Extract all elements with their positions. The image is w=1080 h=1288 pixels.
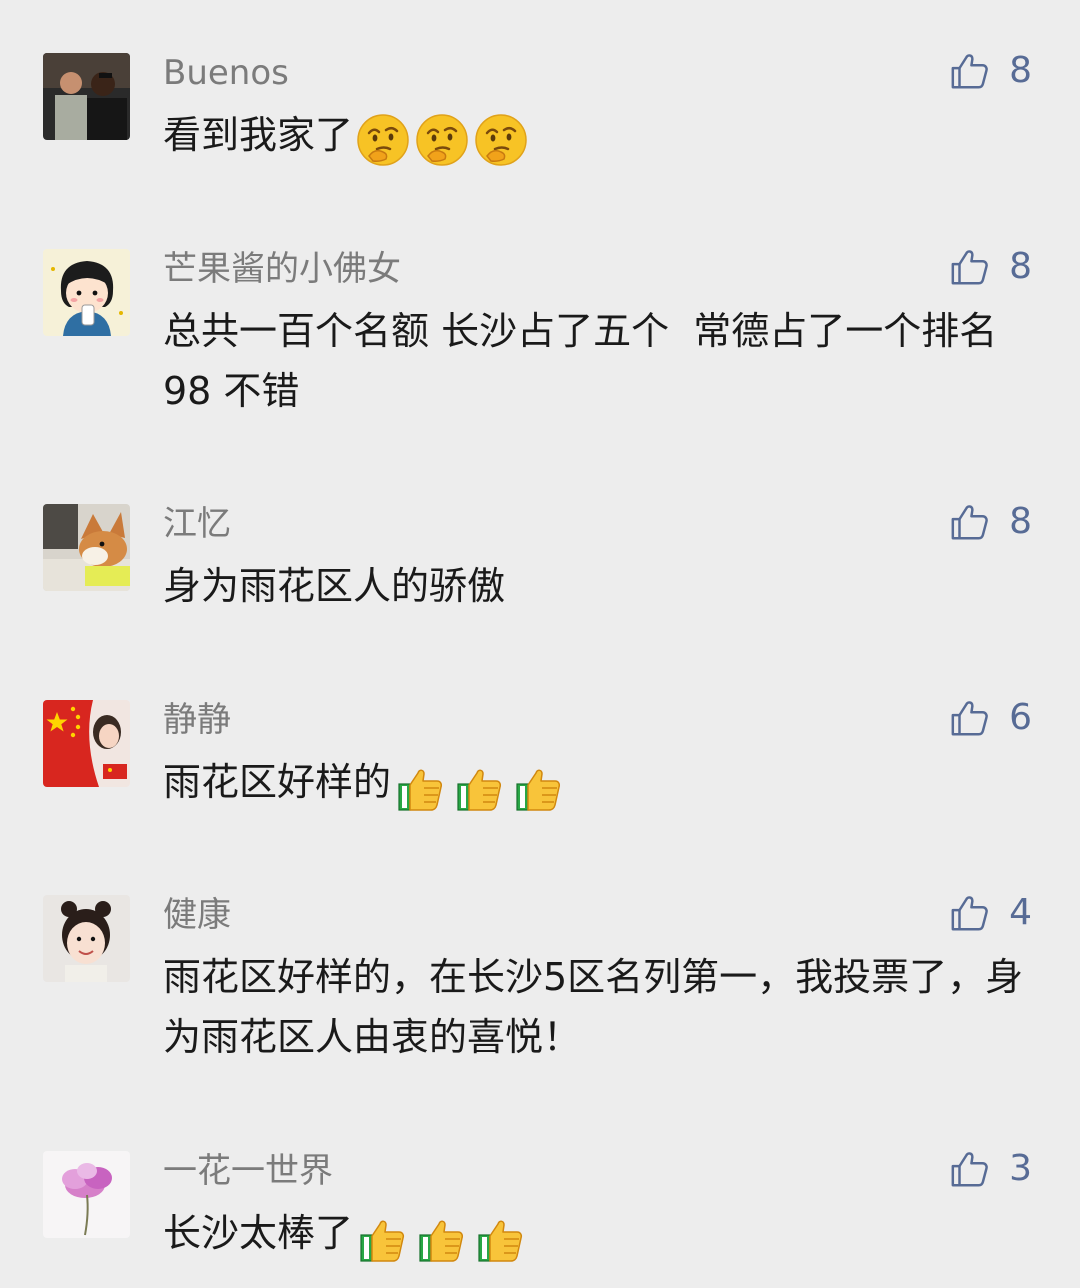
avatar-cartoon-girl-drinking <box>43 249 130 336</box>
avatar-chinese-flag-girl <box>43 700 130 787</box>
avatar-corgi-dog-photo <box>43 504 130 591</box>
emoji-group <box>393 754 570 815</box>
like-button[interactable]: 8 <box>949 49 1032 93</box>
comment-text: 看到我家了 <box>163 105 1043 168</box>
avatar[interactable] <box>43 53 130 140</box>
thumbs-up-icon <box>949 1148 991 1190</box>
like-count: 8 <box>1009 501 1032 542</box>
thumbs-up-emoji <box>452 759 508 815</box>
like-count: 8 <box>1009 246 1032 287</box>
thumbs-up-emoji <box>473 1210 529 1266</box>
like-count: 8 <box>1009 50 1032 91</box>
comment-text: 总共一百个名额 长沙占了五个 常德占了一个排名98 不错 <box>163 301 1023 421</box>
thumbs-up-icon <box>949 246 991 288</box>
comment-text: 雨花区好样的，在长沙5区名列第一，我投票了，身为雨花区人由衷的喜悦！ <box>163 947 1043 1067</box>
comment-text: 身为雨花区人的骄傲 <box>163 556 1043 616</box>
thumbs-up-icon <box>949 697 991 739</box>
avatar-two-men-photo <box>43 53 130 140</box>
like-button[interactable]: 8 <box>949 245 1032 289</box>
nickname[interactable]: 芒果酱的小佛女 <box>163 249 401 289</box>
avatar[interactable] <box>43 1151 130 1238</box>
like-button[interactable]: 3 <box>949 1147 1032 1191</box>
comment-body: 雨花区好样的 <box>163 760 392 804</box>
nickname[interactable]: Buenos <box>163 53 289 93</box>
thumbs-up-emoji <box>355 1210 411 1266</box>
thumbs-up-emoji <box>393 759 449 815</box>
comment-text: 长沙太棒了 <box>163 1203 1043 1266</box>
comment-body: 看到我家了 <box>163 113 354 157</box>
thinking-face-emoji <box>473 112 529 168</box>
nickname[interactable]: 江忆 <box>163 504 231 544</box>
comment-body: 身为雨花区人的骄傲 <box>163 564 506 608</box>
avatar[interactable] <box>43 504 130 591</box>
thumbs-up-emoji <box>414 1210 470 1266</box>
comment-body: 长沙太棒了 <box>163 1211 354 1255</box>
like-button[interactable]: 8 <box>949 500 1032 544</box>
avatar-little-girl-photo <box>43 895 130 982</box>
like-button[interactable]: 6 <box>949 696 1032 740</box>
avatar[interactable] <box>43 249 130 336</box>
thinking-face-emoji <box>414 112 470 168</box>
like-count: 3 <box>1009 1148 1032 1189</box>
like-button[interactable]: 4 <box>949 891 1032 935</box>
comment-text: 雨花区好样的 <box>163 752 1043 815</box>
emoji-group <box>355 107 532 168</box>
thinking-face-emoji <box>355 112 411 168</box>
emoji-group <box>355 1205 532 1266</box>
thumbs-up-icon <box>949 50 991 92</box>
comment-body: 总共一百个名额 长沙占了五个 常德占了一个排名98 不错 <box>163 309 998 413</box>
like-count: 4 <box>1009 892 1032 933</box>
thumbs-up-icon <box>949 892 991 934</box>
avatar-pink-flower <box>43 1151 130 1238</box>
thumbs-up-icon <box>949 501 991 543</box>
thumbs-up-emoji <box>511 759 567 815</box>
like-count: 6 <box>1009 697 1032 738</box>
comment-body: 雨花区好样的，在长沙5区名列第一，我投票了，身为雨花区人由衷的喜悦！ <box>163 955 1024 1059</box>
nickname[interactable]: 健康 <box>163 895 231 935</box>
avatar[interactable] <box>43 895 130 982</box>
nickname[interactable]: 一花一世界 <box>163 1151 333 1191</box>
avatar[interactable] <box>43 700 130 787</box>
nickname[interactable]: 静静 <box>163 700 231 740</box>
